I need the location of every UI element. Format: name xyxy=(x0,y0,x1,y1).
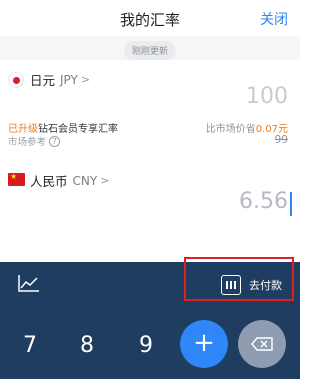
vip-rate-text: 钻石会员专享汇率 xyxy=(38,124,118,135)
currency-name: 人民币 xyxy=(30,174,68,189)
market-reference: 市场参考 ? xyxy=(8,134,61,148)
header-bar: 我的汇率 关闭 xyxy=(0,0,300,36)
barcode-icon xyxy=(221,275,241,295)
currency-code: JPY xyxy=(60,72,78,87)
currency-code: CNY xyxy=(72,173,98,188)
market-ref-label: 市场参考 xyxy=(8,137,47,148)
calculator-keypad: 去付款 7 8 9 + xyxy=(0,257,300,379)
backspace-button[interactable] xyxy=(238,320,286,368)
help-icon[interactable]: ? xyxy=(49,135,61,147)
savings-prefix: 比市场价省 xyxy=(205,124,256,135)
chevron-right-icon: > xyxy=(100,174,110,187)
refresh-badge: 刚刚更新 xyxy=(123,41,177,60)
currency-row-jpy[interactable]: 日元 JPY > 100 已升级 钻石会员专享汇率 市场参考 ? 比市场价省 0… xyxy=(0,60,300,161)
plus-button[interactable]: + xyxy=(180,320,228,368)
key-8[interactable]: 8 xyxy=(67,326,107,366)
close-button[interactable]: 关闭 xyxy=(260,9,288,29)
savings-label: 比市场价省 0.07元 xyxy=(206,120,288,135)
page-title: 我的汇率 xyxy=(119,11,180,29)
text-cursor xyxy=(290,192,292,216)
amount-input-cny[interactable]: 6.56 xyxy=(239,189,288,214)
japan-flag-icon xyxy=(8,72,24,88)
market-value: 99 xyxy=(274,134,288,146)
chevron-right-icon: > xyxy=(80,73,91,86)
key-9[interactable]: 9 xyxy=(126,326,166,366)
key-7[interactable]: 7 xyxy=(10,326,50,366)
upgrade-text: 已升级 xyxy=(8,124,38,135)
savings-amount: 0.07元 xyxy=(255,124,288,135)
trend-chart-icon[interactable] xyxy=(18,274,40,292)
keypad-toolbar: 去付款 xyxy=(0,257,300,306)
amount-input-jpy[interactable]: 100 xyxy=(246,84,288,109)
backspace-icon xyxy=(251,337,273,351)
currency-selector-jpy[interactable]: 日元 JPY > xyxy=(30,70,90,89)
keys-row: 7 8 9 + xyxy=(0,308,300,379)
currency-selector-cny[interactable]: 人民币 CNY > xyxy=(30,171,109,190)
vip-rate-label: 已升级 钻石会员专享汇率 xyxy=(8,120,118,135)
refresh-row: 刚刚更新 xyxy=(0,36,300,60)
pay-label: 去付款 xyxy=(249,279,282,292)
china-flag-icon: ★ xyxy=(8,173,25,186)
pay-button[interactable]: 去付款 xyxy=(221,274,282,296)
currency-row-cny[interactable]: ★ 人民币 CNY > 6.56 xyxy=(0,161,300,223)
currency-name: 日元 xyxy=(30,73,56,88)
